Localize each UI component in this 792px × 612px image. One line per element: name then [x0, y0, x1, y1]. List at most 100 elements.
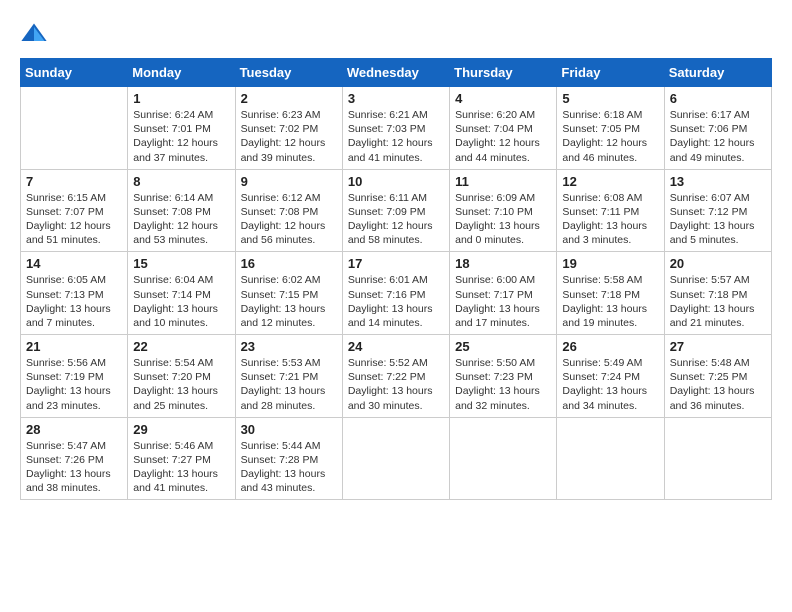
calendar-cell: [450, 417, 557, 500]
calendar-cell: 30 Sunrise: 5:44 AMSunset: 7:28 PMDayligh…: [235, 417, 342, 500]
calendar-cell: 22Sunrise: 5:54 AMSunset: 7:20 PMDayligh…: [128, 335, 235, 418]
day-number: 15: [133, 256, 229, 271]
day-number: 26: [562, 339, 658, 354]
day-number: 27: [670, 339, 766, 354]
weekday-header-tuesday: Tuesday: [235, 59, 342, 87]
day-number: 7: [26, 174, 122, 189]
day-info: Sunrise: 5:58 AMSunset: 7:18 PMDaylight:…: [562, 273, 658, 330]
day-info: Sunrise: 6:05 AMSunset: 7:13 PMDaylight:…: [26, 273, 122, 330]
calendar-cell: 5 Sunrise: 6:18 AMSunset: 7:05 PMDaylight…: [557, 87, 664, 170]
calendar-cell: 15 Sunrise: 6:04 AMSunset: 7:14 PMDayligh…: [128, 252, 235, 335]
day-number: 6: [670, 91, 766, 106]
day-info: Sunrise: 5:46 AMSunset: 7:27 PMDaylight:…: [133, 439, 229, 496]
day-info: Sunrise: 6:02 AMSunset: 7:15 PMDaylight:…: [241, 273, 337, 330]
day-info: Sunrise: 6:17 AMSunset: 7:06 PMDaylight:…: [670, 108, 766, 165]
day-info: Sunrise: 6:08 AMSunset: 7:11 PMDaylight:…: [562, 191, 658, 248]
day-number: 9: [241, 174, 337, 189]
calendar-cell: 3Sunrise: 6:21 AMSunset: 7:03 PMDaylight…: [342, 87, 449, 170]
calendar-table: SundayMondayTuesdayWednesdayThursdayFrid…: [20, 58, 772, 500]
calendar-cell: [664, 417, 771, 500]
day-number: 12: [562, 174, 658, 189]
day-info: Sunrise: 5:52 AMSunset: 7:22 PMDaylight:…: [348, 356, 444, 413]
weekday-header-thursday: Thursday: [450, 59, 557, 87]
day-number: 13: [670, 174, 766, 189]
calendar-cell: 12 Sunrise: 6:08 AMSunset: 7:11 PMDayligh…: [557, 169, 664, 252]
calendar-cell: 10Sunrise: 6:11 AMSunset: 7:09 PMDayligh…: [342, 169, 449, 252]
day-number: 11: [455, 174, 551, 189]
calendar-cell: 13 Sunrise: 6:07 AMSunset: 7:12 PMDayligh…: [664, 169, 771, 252]
calendar-cell: 14 Sunrise: 6:05 AMSunset: 7:13 PMDayligh…: [21, 252, 128, 335]
calendar-week-row: 21 Sunrise: 5:56 AMSunset: 7:19 PMDayligh…: [21, 335, 772, 418]
day-number: 24: [348, 339, 444, 354]
day-info: Sunrise: 6:23 AMSunset: 7:02 PMDaylight:…: [241, 108, 337, 165]
calendar-week-row: 7 Sunrise: 6:15 AMSunset: 7:07 PMDaylight…: [21, 169, 772, 252]
calendar-cell: [21, 87, 128, 170]
day-info: Sunrise: 5:49 AMSunset: 7:24 PMDaylight:…: [562, 356, 658, 413]
calendar-cell: 9 Sunrise: 6:12 AMSunset: 7:08 PMDaylight…: [235, 169, 342, 252]
calendar-cell: 4 Sunrise: 6:20 AMSunset: 7:04 PMDaylight…: [450, 87, 557, 170]
day-number: 16: [241, 256, 337, 271]
day-info: Sunrise: 6:15 AMSunset: 7:07 PMDaylight:…: [26, 191, 122, 248]
calendar-cell: 17 Sunrise: 6:01 AMSunset: 7:16 PMDayligh…: [342, 252, 449, 335]
day-number: 2: [241, 91, 337, 106]
day-number: 1: [133, 91, 229, 106]
day-info: Sunrise: 5:54 AMSunset: 7:20 PMDaylight:…: [133, 356, 229, 413]
day-number: 30: [241, 422, 337, 437]
calendar-week-row: 28 Sunrise: 5:47 AMSunset: 7:26 PMDayligh…: [21, 417, 772, 500]
calendar-cell: [342, 417, 449, 500]
day-number: 20: [670, 256, 766, 271]
weekday-header-sunday: Sunday: [21, 59, 128, 87]
day-info: Sunrise: 5:47 AMSunset: 7:26 PMDaylight:…: [26, 439, 122, 496]
calendar-cell: 6 Sunrise: 6:17 AMSunset: 7:06 PMDaylight…: [664, 87, 771, 170]
weekday-header-row: SundayMondayTuesdayWednesdayThursdayFrid…: [21, 59, 772, 87]
calendar-cell: 20 Sunrise: 5:57 AMSunset: 7:18 PMDayligh…: [664, 252, 771, 335]
calendar-cell: 27 Sunrise: 5:48 AMSunset: 7:25 PMDayligh…: [664, 335, 771, 418]
day-number: 3: [348, 91, 444, 106]
day-info: Sunrise: 6:14 AMSunset: 7:08 PMDaylight:…: [133, 191, 229, 248]
day-number: 17: [348, 256, 444, 271]
calendar-cell: [557, 417, 664, 500]
calendar-cell: 1 Sunrise: 6:24 AMSunset: 7:01 PMDaylight…: [128, 87, 235, 170]
day-number: 23: [241, 339, 337, 354]
day-info: Sunrise: 6:12 AMSunset: 7:08 PMDaylight:…: [241, 191, 337, 248]
weekday-header-saturday: Saturday: [664, 59, 771, 87]
calendar-cell: 25 Sunrise: 5:50 AMSunset: 7:23 PMDayligh…: [450, 335, 557, 418]
day-info: Sunrise: 5:44 AMSunset: 7:28 PMDaylight:…: [241, 439, 337, 496]
day-info: Sunrise: 6:20 AMSunset: 7:04 PMDaylight:…: [455, 108, 551, 165]
day-number: 18: [455, 256, 551, 271]
day-info: Sunrise: 6:04 AMSunset: 7:14 PMDaylight:…: [133, 273, 229, 330]
day-number: 14: [26, 256, 122, 271]
logo-icon: [20, 20, 48, 48]
calendar-cell: 18Sunrise: 6:00 AMSunset: 7:17 PMDayligh…: [450, 252, 557, 335]
calendar-week-row: 1 Sunrise: 6:24 AMSunset: 7:01 PMDaylight…: [21, 87, 772, 170]
day-info: Sunrise: 5:53 AMSunset: 7:21 PMDaylight:…: [241, 356, 337, 413]
day-number: 29: [133, 422, 229, 437]
calendar-cell: 8 Sunrise: 6:14 AMSunset: 7:08 PMDaylight…: [128, 169, 235, 252]
calendar-cell: 23 Sunrise: 5:53 AMSunset: 7:21 PMDayligh…: [235, 335, 342, 418]
day-number: 28: [26, 422, 122, 437]
day-info: Sunrise: 6:07 AMSunset: 7:12 PMDaylight:…: [670, 191, 766, 248]
calendar-cell: 21 Sunrise: 5:56 AMSunset: 7:19 PMDayligh…: [21, 335, 128, 418]
logo: [20, 20, 52, 48]
day-number: 19: [562, 256, 658, 271]
day-info: Sunrise: 5:50 AMSunset: 7:23 PMDaylight:…: [455, 356, 551, 413]
day-info: Sunrise: 5:56 AMSunset: 7:19 PMDaylight:…: [26, 356, 122, 413]
day-number: 21: [26, 339, 122, 354]
calendar-week-row: 14 Sunrise: 6:05 AMSunset: 7:13 PMDayligh…: [21, 252, 772, 335]
day-info: Sunrise: 6:24 AMSunset: 7:01 PMDaylight:…: [133, 108, 229, 165]
day-info: Sunrise: 5:57 AMSunset: 7:18 PMDaylight:…: [670, 273, 766, 330]
calendar-cell: 11Sunrise: 6:09 AMSunset: 7:10 PMDayligh…: [450, 169, 557, 252]
day-info: Sunrise: 5:48 AMSunset: 7:25 PMDaylight:…: [670, 356, 766, 413]
calendar-cell: 2 Sunrise: 6:23 AMSunset: 7:02 PMDaylight…: [235, 87, 342, 170]
day-number: 5: [562, 91, 658, 106]
day-number: 4: [455, 91, 551, 106]
day-number: 8: [133, 174, 229, 189]
calendar-cell: 24 Sunrise: 5:52 AMSunset: 7:22 PMDayligh…: [342, 335, 449, 418]
calendar-cell: 19 Sunrise: 5:58 AMSunset: 7:18 PMDayligh…: [557, 252, 664, 335]
day-number: 25: [455, 339, 551, 354]
weekday-header-monday: Monday: [128, 59, 235, 87]
calendar-cell: 7 Sunrise: 6:15 AMSunset: 7:07 PMDaylight…: [21, 169, 128, 252]
calendar-cell: 29 Sunrise: 5:46 AMSunset: 7:27 PMDayligh…: [128, 417, 235, 500]
day-info: Sunrise: 6:18 AMSunset: 7:05 PMDaylight:…: [562, 108, 658, 165]
day-info: Sunrise: 6:01 AMSunset: 7:16 PMDaylight:…: [348, 273, 444, 330]
